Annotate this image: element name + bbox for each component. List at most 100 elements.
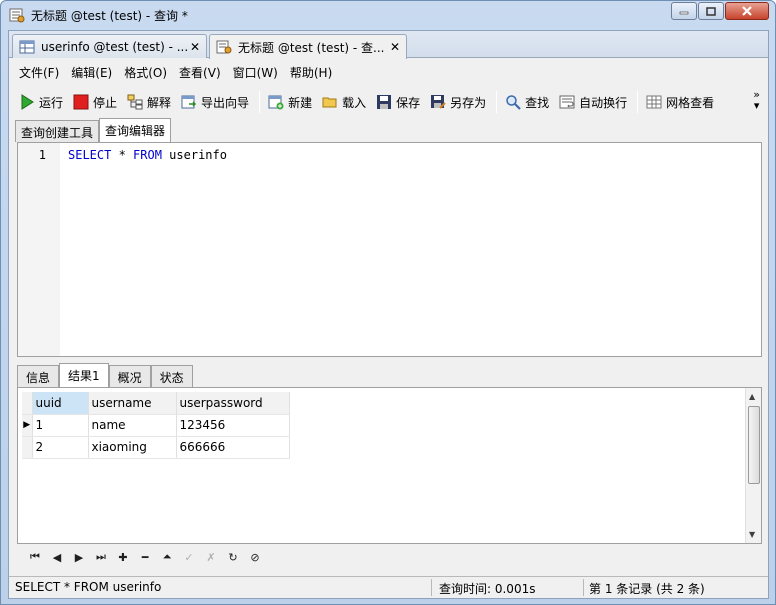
- explain-button[interactable]: 解释: [127, 94, 171, 111]
- window-controls: [670, 2, 769, 20]
- first-record-icon[interactable]: ⏮: [27, 549, 43, 565]
- result-grid[interactable]: uuid username userpassword ▶ 1 name 1234…: [17, 387, 762, 544]
- tab-profile[interactable]: 概况: [108, 365, 151, 387]
- folder-icon: [322, 94, 338, 110]
- word-wrap-icon: [559, 94, 575, 110]
- menu-edit[interactable]: 编辑(E): [71, 64, 112, 81]
- cell-uuid[interactable]: 2: [32, 436, 89, 459]
- apply-changes-icon[interactable]: ✓: [181, 549, 197, 565]
- load-button[interactable]: 载入: [322, 94, 366, 111]
- scrollbar-thumb[interactable]: [748, 406, 760, 484]
- export-wizard-button[interactable]: 导出向导: [181, 94, 249, 111]
- status-sql: SELECT * FROM userinfo: [15, 580, 162, 594]
- minimize-button[interactable]: [671, 2, 697, 20]
- edit-up-icon[interactable]: ⏶: [159, 549, 175, 565]
- tab-query-editor[interactable]: 查询编辑器: [99, 118, 172, 142]
- table-row[interactable]: 2 xiaoming 666666: [22, 436, 290, 459]
- last-record-icon[interactable]: ⏭: [93, 549, 109, 565]
- explain-label: 解释: [147, 95, 172, 110]
- doc-tab-query[interactable]: 无标题 @test (test) - 查... ✕: [209, 34, 407, 59]
- sql-editor[interactable]: 1 SELECT * FROM userinfo: [17, 142, 762, 357]
- find-label: 查找: [525, 95, 550, 110]
- save-as-button[interactable]: 另存为: [430, 94, 486, 111]
- toolbar-separator: [637, 91, 639, 113]
- column-header-uuid[interactable]: uuid: [32, 392, 89, 415]
- title-bar[interactable]: 无标题 @test (test) - 查询 *: [1, 1, 775, 29]
- status-divider: [431, 579, 432, 596]
- next-record-icon[interactable]: ▶: [71, 549, 87, 565]
- previous-record-icon[interactable]: ◀: [49, 549, 65, 565]
- cell-userpassword[interactable]: 123456: [176, 414, 290, 437]
- result-tabs: 信息 结果1 概况 状态: [17, 363, 193, 387]
- main-content: userinfo @test (test) - ... ✕ 无标题 @test …: [8, 30, 769, 599]
- vertical-scrollbar[interactable]: ▲ ▼: [745, 388, 761, 543]
- window-title: 无标题 @test (test) - 查询 *: [31, 9, 188, 23]
- explain-icon: [127, 94, 143, 110]
- find-button[interactable]: 查找: [505, 94, 549, 111]
- cell-username[interactable]: xiaoming: [88, 436, 177, 459]
- cell-uuid[interactable]: 1: [32, 414, 89, 437]
- sql-keyword-from: FROM: [133, 148, 162, 162]
- close-tab-icon[interactable]: ✕: [390, 40, 400, 54]
- row-indicator-header: [22, 392, 33, 415]
- doc-tab-userinfo[interactable]: userinfo @test (test) - ... ✕: [12, 34, 207, 58]
- doc-tab-label: userinfo @test (test) - ...: [41, 39, 189, 54]
- sql-keyword-select: SELECT: [68, 148, 112, 162]
- delete-record-icon[interactable]: ━: [137, 549, 153, 565]
- stop-icon: [73, 94, 89, 110]
- menu-format[interactable]: 格式(O): [124, 64, 167, 81]
- export-wizard-label: 导出向导: [201, 95, 250, 110]
- grid-icon: [646, 94, 662, 110]
- doc-tab-label: 无标题 @test (test) - 查...: [238, 40, 385, 55]
- column-header-userpassword[interactable]: userpassword: [176, 392, 290, 415]
- result-table: uuid username userpassword ▶ 1 name 1234…: [22, 392, 290, 459]
- save-button[interactable]: 保存: [376, 94, 420, 111]
- grid-view-button[interactable]: 网格查看: [646, 94, 714, 111]
- new-label: 新建: [288, 95, 313, 110]
- status-query-time: 查询时间: 0.001s: [439, 582, 536, 596]
- scroll-up-icon[interactable]: ▲: [749, 392, 755, 401]
- save-label: 保存: [396, 95, 421, 110]
- new-button[interactable]: 新建: [268, 94, 312, 111]
- line-number-gutter: 1: [18, 143, 60, 356]
- run-button[interactable]: 运行: [19, 94, 63, 111]
- query-icon: [216, 40, 232, 54]
- close-button[interactable]: [725, 2, 769, 20]
- status-divider: [583, 579, 584, 596]
- toolbar-separator: [496, 91, 498, 113]
- sql-code-line[interactable]: SELECT * FROM userinfo: [68, 148, 227, 162]
- save-icon: [376, 94, 392, 110]
- tab-info[interactable]: 信息: [17, 365, 60, 387]
- add-record-icon[interactable]: ✚: [115, 549, 131, 565]
- toolbar-separator: [259, 91, 261, 113]
- word-wrap-label: 自动换行: [579, 95, 628, 110]
- run-label: 运行: [39, 95, 64, 110]
- menu-file[interactable]: 文件(F): [19, 64, 59, 81]
- refresh-icon[interactable]: ↻: [225, 549, 241, 565]
- discard-changes-icon[interactable]: ✗: [203, 549, 219, 565]
- menu-window[interactable]: 窗口(W): [233, 64, 278, 81]
- word-wrap-button[interactable]: 自动换行: [559, 94, 627, 111]
- query-app-icon: [9, 7, 25, 23]
- grid-view-label: 网格查看: [666, 95, 715, 110]
- toolbar-overflow-icon[interactable]: » ▾: [753, 89, 760, 111]
- menu-view[interactable]: 查看(V): [179, 64, 221, 81]
- cell-username[interactable]: name: [88, 414, 177, 437]
- maximize-button[interactable]: [698, 2, 724, 20]
- scroll-down-icon[interactable]: ▼: [749, 530, 755, 539]
- column-header-username[interactable]: username: [88, 392, 177, 415]
- table-icon: [19, 40, 35, 54]
- stop-button[interactable]: 停止: [73, 94, 117, 111]
- load-label: 载入: [342, 95, 367, 110]
- cell-userpassword[interactable]: 666666: [176, 436, 290, 459]
- menu-help[interactable]: 帮助(H): [290, 64, 332, 81]
- tab-status[interactable]: 状态: [150, 365, 193, 387]
- table-row[interactable]: ▶ 1 name 123456: [22, 414, 290, 437]
- status-bar: SELECT * FROM userinfo 查询时间: 0.001s 第 1 …: [9, 576, 768, 598]
- tab-result1[interactable]: 结果1: [59, 363, 109, 387]
- menu-bar: 文件(F) 编辑(E) 格式(O) 查看(V) 窗口(W) 帮助(H): [9, 59, 768, 85]
- line-number: 1: [38, 148, 46, 162]
- close-tab-icon[interactable]: ✕: [190, 40, 200, 54]
- stop-refresh-icon[interactable]: ⊘: [247, 549, 263, 565]
- tab-query-builder[interactable]: 查询创建工具: [15, 120, 100, 142]
